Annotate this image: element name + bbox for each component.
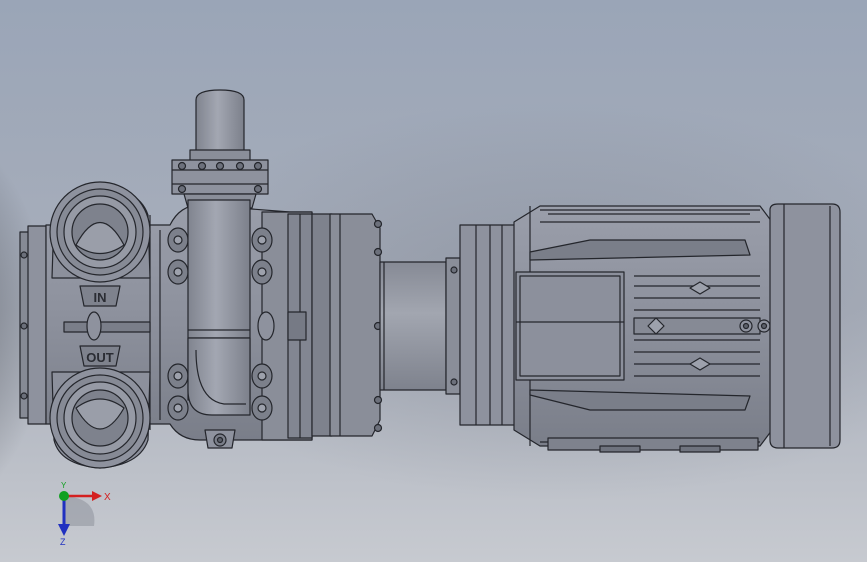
x-axis-arrow-icon (92, 491, 102, 501)
outlet-label: OUT (86, 350, 114, 365)
inlet-port[interactable] (49, 181, 151, 283)
motor[interactable] (459, 203, 841, 453)
y-axis-label: Y (61, 481, 67, 490)
triad-shadow (64, 496, 95, 526)
pump-assembly-model[interactable]: IN OUT (0, 0, 867, 562)
inlet-label: IN (94, 290, 107, 305)
x-axis-label: X (104, 492, 111, 503)
z-axis-arrow-icon (58, 524, 70, 536)
cad-viewport[interactable]: IN OUT X Y Z (0, 0, 867, 562)
coupling-shaft[interactable] (379, 257, 463, 395)
outlet-port[interactable] (49, 367, 151, 469)
orientation-triad[interactable]: X Y Z (40, 478, 120, 548)
y-axis-dot-icon (59, 491, 69, 501)
z-axis-label: Z (60, 537, 66, 547)
